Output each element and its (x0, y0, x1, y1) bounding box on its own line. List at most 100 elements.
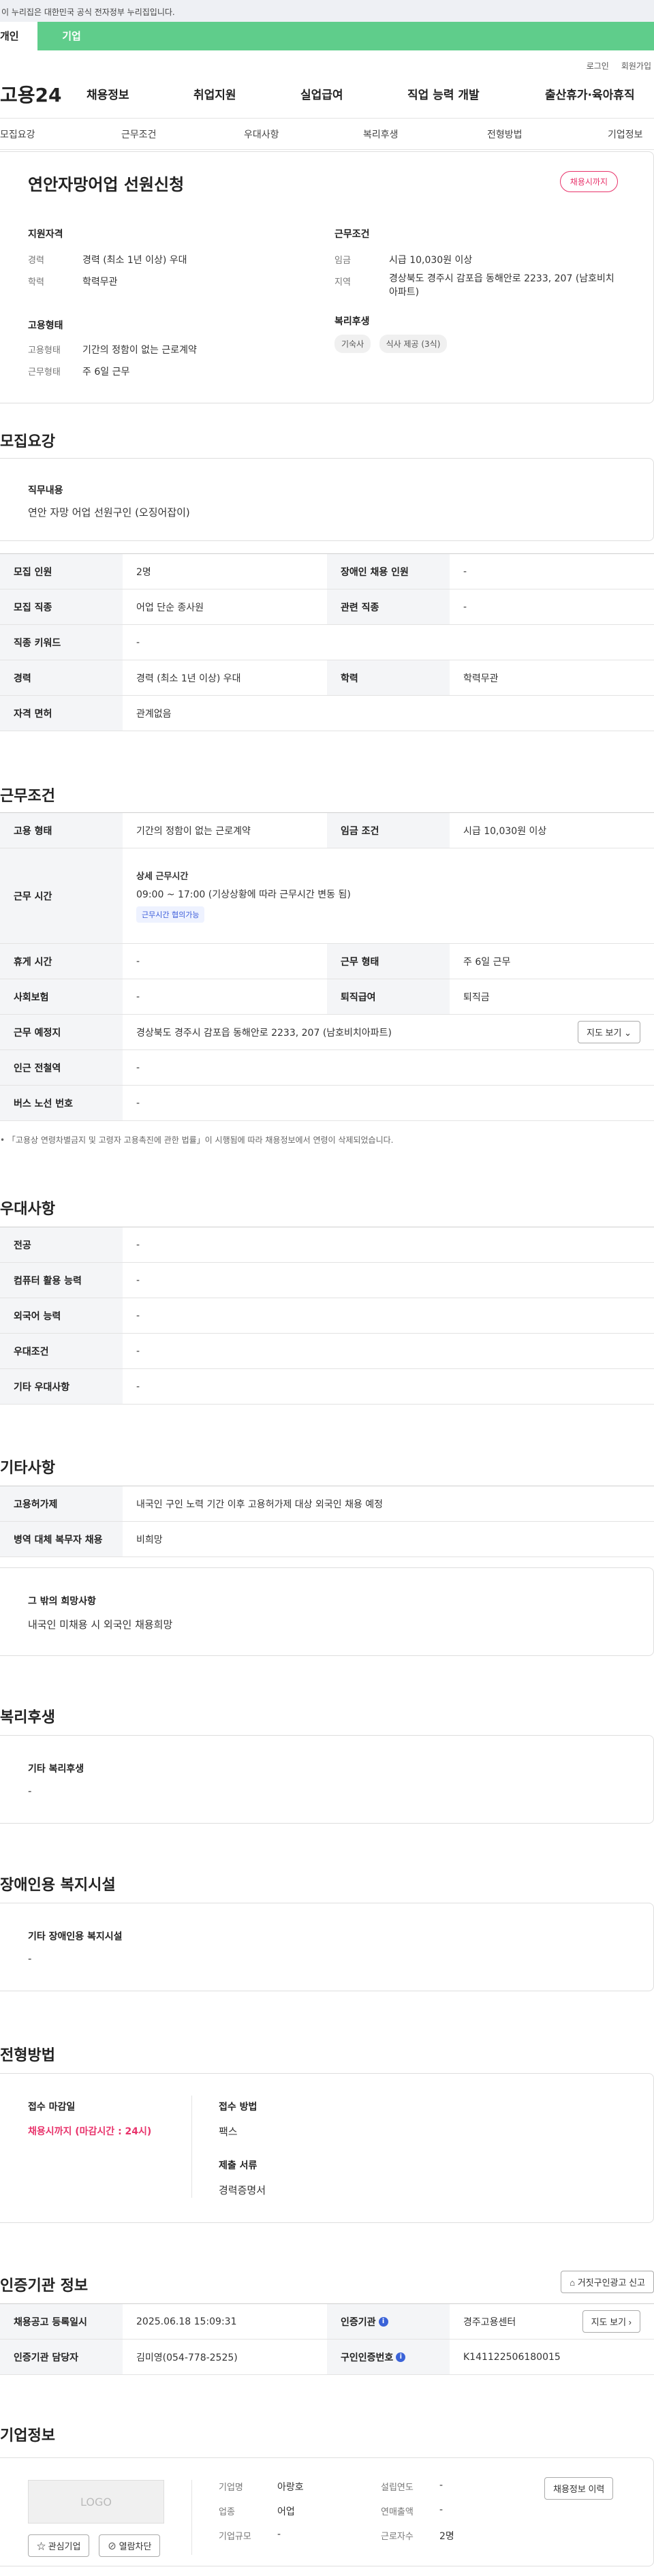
prefer-table: 전공 - 컴퓨터 활용 능력 - 외국어 능력 - 우대조건 - 기타 우대사항 - (0, 1227, 654, 1405)
org-header-label: 인증기관 (341, 2316, 376, 2328)
work-form-value: 주 6일 근무 (82, 367, 130, 378)
industry-label: 업종 (219, 2507, 235, 2517)
disabled-label: 기타 장애인용 복지시설 (28, 1931, 123, 1942)
work-form-label: 근무형태 (28, 367, 61, 378)
cert-section-title: 인증기관 정보 (0, 2278, 89, 2295)
table-row: 자격 면허 관계없음 (0, 696, 654, 731)
site-logo[interactable]: 고용24 (0, 80, 82, 108)
table-cell: - (463, 601, 467, 613)
table-header: 외국어 능력 (0, 1298, 123, 1333)
chevron-right-icon: › (628, 2317, 632, 2327)
report-fake-ad-label: 거짓구인광고 신고 (577, 2278, 645, 2288)
age-notice-text: 「고용상 연령차별금지 및 고령자 고용촉진에 관한 법률」이 시행됨에 따라 … (7, 1135, 394, 1145)
table-header: 모집 직종 (0, 589, 123, 624)
table-row: 휴게 시간 - 근무 형태 주 6일 근무 (0, 944, 654, 979)
career-label: 경력 (28, 256, 44, 266)
table-cell: 퇴직금 (463, 992, 490, 1003)
map-view-button[interactable]: 지도 보기 ⌄ (578, 1021, 640, 1043)
disabled-value: - (28, 1952, 32, 1965)
disabled-box: 기타 장애인용 복지시설 - (0, 1903, 654, 1991)
table-header: 임금 조건 (327, 813, 450, 848)
documents-value: 경력증명서 (219, 2184, 266, 2196)
report-fake-ad-button[interactable]: ⌂ 거짓구인광고 신고 (561, 2271, 654, 2293)
table-header: 관련 직종 (327, 589, 450, 624)
table-header: 근무 시간 (0, 848, 123, 943)
block-view-button[interactable]: ⊘ 열람차단 (99, 2534, 161, 2557)
table-header: 구인인증번호 i (327, 2340, 450, 2374)
work-time-value: 09:00 ~ 17:00 (기상상황에 따라 근무시간 변동 됨) (136, 889, 351, 900)
employees-value: 2명 (439, 2531, 454, 2542)
company-logo-text: LOGO (80, 2495, 112, 2509)
cert-no-header-label: 구인인증번호 (341, 2352, 394, 2363)
subnav-recruit[interactable]: 모집요강 (0, 127, 35, 141)
global-nav: 고용24 채용정보 취업지원 실업급여 직업 능력 개발 출산휴가·육아휴직 (0, 70, 654, 119)
gnb-employment-support[interactable]: 취업지원 (193, 85, 236, 102)
welfare-chip: 식사 제공 (3식) (379, 335, 448, 353)
info-icon[interactable]: i (396, 2352, 406, 2362)
table-header: 기타 우대사항 (0, 1369, 123, 1404)
login-link[interactable]: 로그인 (587, 60, 609, 71)
region-label: 지역 (334, 277, 351, 288)
table-row: 전공 - (0, 1227, 654, 1263)
table-cell: 경력 (최소 1년 이상) 우대 (136, 673, 241, 684)
job-history-button[interactable]: 채용정보 이력 (544, 2477, 614, 2500)
work-conditions-heading: 근무조건 (334, 229, 370, 240)
age-notice: • 「고용상 연령차별금지 및 고령자 고용촉진에 관한 법률」이 시행됨에 따… (0, 1135, 394, 1145)
table-header: 컴퓨터 활용 능력 (0, 1263, 123, 1298)
education-value: 학력무관 (82, 277, 118, 288)
duty-box: 직무내용 연안 자망 어업 선원구인 (오징어잡이) (0, 458, 654, 541)
table-header: 인증기관 i (327, 2304, 450, 2339)
tab-personal[interactable]: 개인 (0, 22, 37, 50)
info-icon[interactable]: i (378, 2316, 388, 2327)
subnav-welfare[interactable]: 복리후생 (363, 127, 399, 141)
subnav-selection[interactable]: 전형방법 (487, 127, 523, 141)
subnav-preferences[interactable]: 우대사항 (244, 127, 279, 141)
table-cell: - (136, 1310, 140, 1321)
method-value: 팩스 (219, 2126, 238, 2138)
table-row: 병역 대체 복무자 채용 비희망 (0, 1522, 654, 1557)
gnb-parental-leave[interactable]: 출산휴가·육아휴직 (545, 85, 635, 102)
gnb-jobs[interactable]: 채용정보 (87, 85, 129, 102)
table-row: 근무 시간 상세 근무시간 09:00 ~ 17:00 (기상상황에 따라 근무… (0, 848, 654, 944)
table-header: 경력 (0, 660, 123, 695)
education-label: 학력 (28, 277, 44, 288)
gnb-skills-development[interactable]: 직업 능력 개발 (407, 85, 480, 102)
table-cell: 비희망 (136, 1534, 163, 1546)
company-section-title: 기업정보 (0, 2427, 55, 2444)
table-row: 모집 직종 어업 단순 종사원 관련 직종 - (0, 589, 654, 625)
wage-value: 시급 10,030원 이상 (389, 255, 473, 266)
recruit-section-title: 모집요강 (0, 433, 55, 450)
founded-value: - (439, 2480, 443, 2491)
signup-link[interactable]: 회원가입 (621, 60, 651, 71)
favorite-company-button[interactable]: ☆ 관심기업 (28, 2534, 90, 2557)
job-history-label: 채용정보 이력 (553, 2484, 605, 2494)
gnb-unemployment-benefit[interactable]: 실업급여 (300, 85, 343, 102)
chevron-down-icon: ⌄ (624, 1028, 632, 1038)
favorite-company-label: 관심기업 (48, 2541, 81, 2551)
table-header: 장애인 채용 인원 (327, 554, 450, 589)
table-header: 채용공고 등록일시 (0, 2304, 123, 2339)
employment-type-label: 고용형태 (28, 346, 61, 356)
subnav-company[interactable]: 기업정보 (608, 127, 643, 141)
recruit-table: 모집 인원 2명 장애인 채용 인원 - 모집 직종 어업 단순 종사원 관련 … (0, 553, 654, 731)
duty-label: 직무내용 (28, 485, 63, 496)
table-row: 고용 형태 기간의 정함이 없는 근로계약 임금 조건 시급 10,030원 이… (0, 813, 654, 848)
subnav-conditions[interactable]: 근무조건 (121, 127, 157, 141)
table-header: 버스 노선 번호 (0, 1086, 123, 1120)
table-header: 인증기관 담당자 (0, 2340, 123, 2374)
table-cell: - (136, 1097, 140, 1109)
etc-section-title: 기타사항 (0, 1460, 55, 1477)
table-cell: 학력무관 (463, 673, 499, 684)
utility-links: 로그인 회원가입 (0, 50, 654, 71)
map-view-button[interactable]: 지도 보기 › (582, 2310, 640, 2333)
company-box: LOGO ☆ 관심기업 ⊘ 열람차단 기업명 아랑호 업종 어업 기업규모 - … (0, 2457, 654, 2566)
table-cell: 경상북도 경주시 감포읍 동해안로 2233, 207 (남호비치아파트) 지도… (123, 1015, 654, 1049)
map-view-label: 지도 보기 (587, 1028, 622, 1038)
tab-company[interactable]: 기업 (37, 22, 106, 50)
founded-label: 설립연도 (381, 2483, 414, 2493)
table-header: 고용 형태 (0, 813, 123, 848)
welfare-section-title: 복리후생 (0, 1709, 55, 1726)
company-name-value: 아랑호 (277, 2482, 304, 2493)
table-cell: - (136, 637, 140, 648)
table-row: 외국어 능력 - (0, 1298, 654, 1334)
